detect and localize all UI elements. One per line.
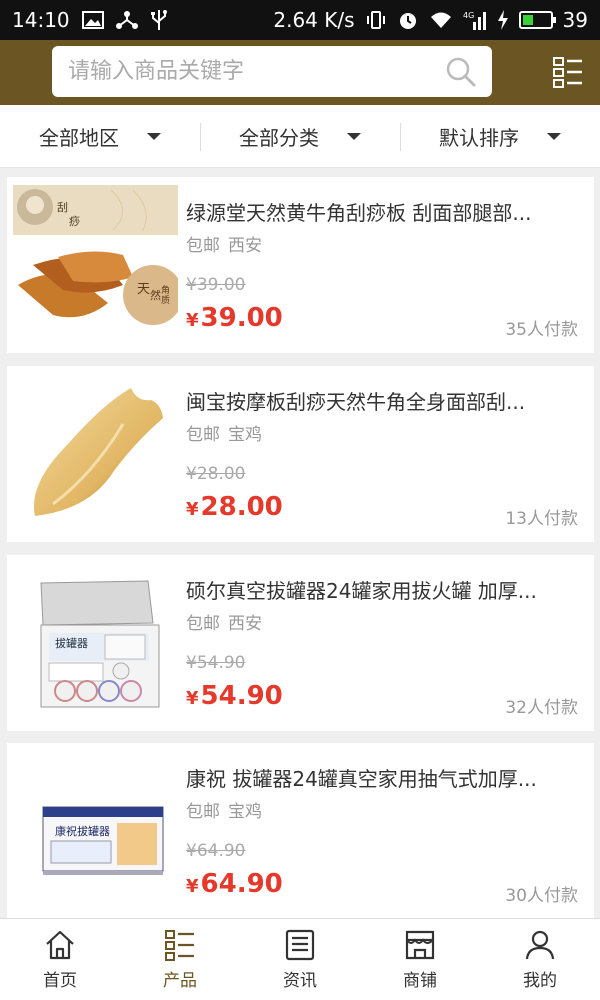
sales-count: 13人付款 (505, 509, 578, 529)
search-icon[interactable] (444, 55, 478, 89)
shop-icon (405, 930, 435, 960)
image-text: 天 (137, 282, 150, 297)
filter-region[interactable]: 全部地区 (0, 105, 200, 167)
image-text: 质 (161, 294, 170, 306)
price: ¥64.90 (186, 869, 283, 899)
svg-text:4G: 4G (463, 11, 474, 20)
image-text: 康祝拔罐器 (55, 824, 110, 838)
product-image-horn-scraper-set[interactable]: 刮 痧 天 然 角 质 (13, 185, 178, 343)
filter-sort-label: 默认排序 (439, 125, 519, 150)
caret-down-icon (147, 132, 161, 140)
original-price: ¥39.00 (186, 275, 246, 295)
product-card[interactable]: 闽宝按摩板刮痧天然牛角全身面部刮... 包邮 宝鸡 ¥28.00 ¥28.00 1… (7, 366, 594, 542)
price: ¥39.00 (186, 303, 283, 333)
news-icon (285, 929, 315, 961)
nav-profile[interactable]: 我的 (480, 919, 600, 1000)
caret-down-icon (347, 132, 361, 140)
category-menu-icon[interactable] (552, 56, 584, 88)
currency-symbol: ¥ (186, 876, 199, 897)
battery-icon (518, 11, 556, 29)
nav-profile-label: 我的 (523, 971, 557, 991)
charging-icon (497, 10, 509, 30)
status-bar: 14:10 2.64 K/s 4G 39 (0, 0, 600, 40)
user-icon (525, 930, 555, 960)
product-meta: 包邮 宝鸡 (186, 797, 262, 822)
search-box[interactable] (52, 46, 492, 97)
bottom-nav: 首页 产品 资讯 商铺 我的 (0, 918, 600, 1000)
wifi-icon (429, 11, 453, 29)
filter-category[interactable]: 全部分类 (200, 105, 400, 167)
nav-news-label: 资讯 (283, 971, 317, 991)
original-price: ¥54.90 (186, 653, 246, 673)
image-text: 然 (150, 288, 161, 302)
product-title[interactable]: 硕尔真空拔罐器24罐家用拔火罐 加厚... (186, 575, 576, 604)
product-meta: 包邮 西安 (186, 231, 262, 256)
shipping-label: 包邮 (186, 425, 220, 445)
filter-region-label: 全部地区 (39, 125, 119, 150)
sales-count: 32人付款 (505, 698, 578, 718)
location-label: 宝鸡 (228, 425, 262, 445)
currency-symbol: ¥ (186, 688, 199, 709)
product-meta: 包邮 西安 (186, 609, 262, 634)
usb-icon (150, 9, 168, 31)
price-value: 39.00 (200, 303, 283, 333)
signal-icon: 4G (463, 10, 487, 30)
product-card[interactable]: 拔罐器 硕尔真空拔罐器24罐家用拔火罐 加厚... 包邮 西安 ¥54.90 ¥5… (7, 555, 594, 731)
currency-symbol: ¥ (186, 310, 199, 331)
nav-news[interactable]: 资讯 (240, 919, 360, 1000)
shipping-label: 包邮 (186, 236, 220, 256)
filter-category-label: 全部分类 (239, 125, 319, 150)
nav-home[interactable]: 首页 (0, 919, 120, 1000)
sales-count: 30人付款 (505, 886, 578, 906)
product-card[interactable]: 康祝拔罐器 康祝 拔罐器24罐真空家用抽气式加厚... 包邮 宝鸡 ¥64.90 … (7, 743, 594, 919)
filter-bar: 全部地区 全部分类 默认排序 (0, 105, 600, 168)
original-price: ¥28.00 (186, 464, 246, 484)
product-image-cupping-set[interactable]: 拔罐器 (13, 563, 178, 721)
product-title[interactable]: 康祝 拔罐器24罐真空家用抽气式加厚... (186, 763, 576, 792)
shipping-label: 包邮 (186, 614, 220, 634)
share-icon (115, 10, 138, 30)
nav-shop-label: 商铺 (403, 971, 437, 991)
product-list-icon (165, 930, 194, 961)
nav-products[interactable]: 产品 (120, 919, 240, 1000)
price: ¥28.00 (186, 492, 283, 522)
filter-sort[interactable]: 默认排序 (400, 105, 600, 167)
product-meta: 包邮 宝鸡 (186, 420, 262, 445)
image-icon (81, 11, 104, 29)
alarm-icon (397, 9, 419, 31)
image-text: 拔罐器 (55, 636, 88, 650)
vibrate-icon (365, 10, 387, 30)
original-price: ¥64.90 (186, 841, 246, 861)
product-card[interactable]: 刮 痧 天 然 角 质 绿源堂天然黄牛角刮痧板 刮面部腿部... 包邮 西安 ¥3… (7, 177, 594, 353)
caret-down-icon (547, 132, 561, 140)
price-value: 28.00 (200, 492, 283, 522)
battery-level: 39 (562, 8, 588, 32)
currency-symbol: ¥ (186, 499, 199, 520)
search-input[interactable] (68, 59, 444, 84)
shipping-label: 包邮 (186, 802, 220, 822)
price-value: 64.90 (200, 869, 283, 899)
network-speed: 2.64 K/s (273, 8, 355, 32)
product-image-cupping-box[interactable]: 康祝拔罐器 (13, 751, 178, 909)
nav-products-label: 产品 (163, 971, 197, 991)
product-title[interactable]: 绿源堂天然黄牛角刮痧板 刮面部腿部... (186, 197, 576, 226)
header (0, 40, 600, 105)
sales-count: 35人付款 (505, 320, 578, 340)
location-label: 西安 (228, 614, 262, 634)
product-image-horn-scraper[interactable] (13, 374, 178, 532)
image-text: 角 (161, 284, 170, 296)
product-title[interactable]: 闽宝按摩板刮痧天然牛角全身面部刮... (186, 386, 576, 415)
price-value: 54.90 (200, 681, 283, 711)
image-text: 痧 (69, 214, 80, 228)
location-label: 西安 (228, 236, 262, 256)
location-label: 宝鸡 (228, 802, 262, 822)
image-text: 刮 (57, 200, 68, 214)
status-time: 14:10 (12, 8, 70, 32)
nav-shop[interactable]: 商铺 (360, 919, 480, 1000)
price: ¥54.90 (186, 681, 283, 711)
home-icon (46, 930, 74, 960)
nav-home-label: 首页 (43, 971, 77, 991)
